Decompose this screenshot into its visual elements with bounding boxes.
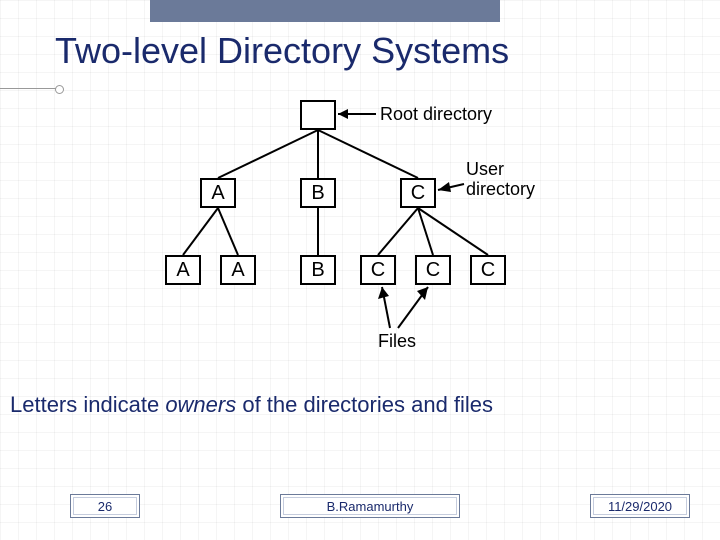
file-node-c1: C: [360, 255, 396, 285]
root-node: [300, 100, 336, 130]
caption-post: of the directories and files: [236, 392, 493, 417]
header-accent-bar: [150, 0, 500, 22]
file-node-c2: C: [415, 255, 451, 285]
tree-connectors: [120, 100, 600, 360]
footer-date: 11/29/2020: [590, 494, 690, 518]
footer-author: B.Ramamurthy: [280, 494, 460, 518]
caption-em: owners: [165, 392, 236, 417]
dir-node-a: A: [200, 178, 236, 208]
label-files: Files: [378, 332, 416, 352]
label-user-directory: User directory: [466, 160, 535, 200]
slide-footer: 26 B.Ramamurthy 11/29/2020: [0, 494, 720, 524]
file-node-c3: C: [470, 255, 506, 285]
directory-tree-diagram: A B C A A B C C C Root directory User di…: [120, 100, 600, 360]
caption-text: Letters indicate owners of the directori…: [10, 392, 493, 418]
title-accent-line: [0, 88, 60, 89]
file-node-a2: A: [220, 255, 256, 285]
file-node-b1: B: [300, 255, 336, 285]
footer-page-number: 26: [70, 494, 140, 518]
file-node-a1: A: [165, 255, 201, 285]
label-root-directory: Root directory: [380, 105, 492, 125]
caption-pre: Letters indicate: [10, 392, 165, 417]
dir-node-c: C: [400, 178, 436, 208]
slide-title: Two-level Directory Systems: [55, 30, 509, 72]
dir-node-b: B: [300, 178, 336, 208]
